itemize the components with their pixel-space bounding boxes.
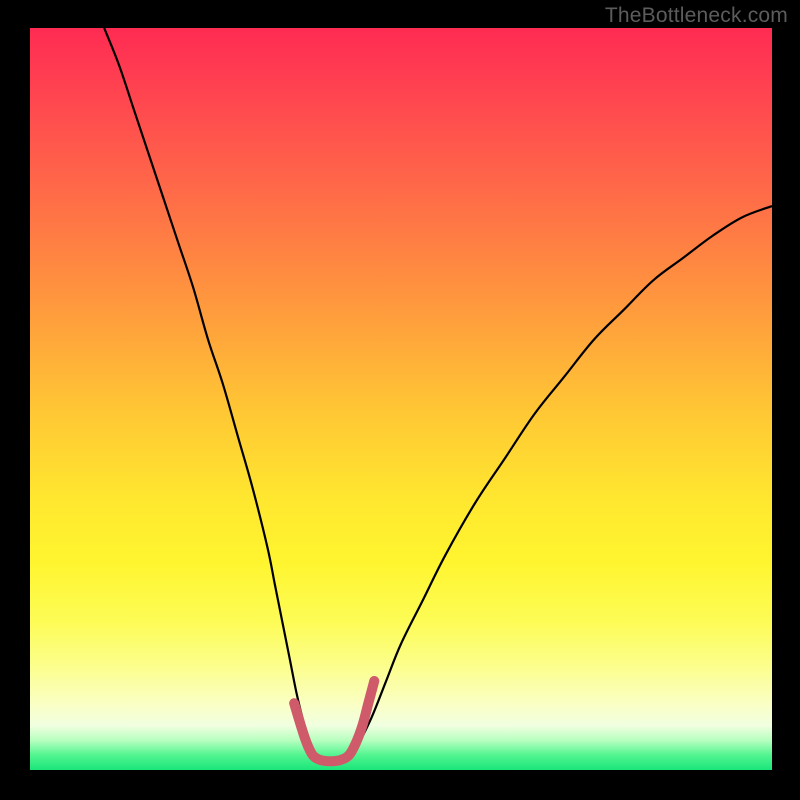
optimal-zone-marker [294, 681, 374, 761]
chart-svg [30, 28, 772, 770]
bottleneck-curve [104, 28, 772, 763]
outer-frame: TheBottleneck.com [0, 0, 800, 800]
chart-canvas [30, 28, 772, 770]
watermark-text: TheBottleneck.com [605, 4, 788, 28]
